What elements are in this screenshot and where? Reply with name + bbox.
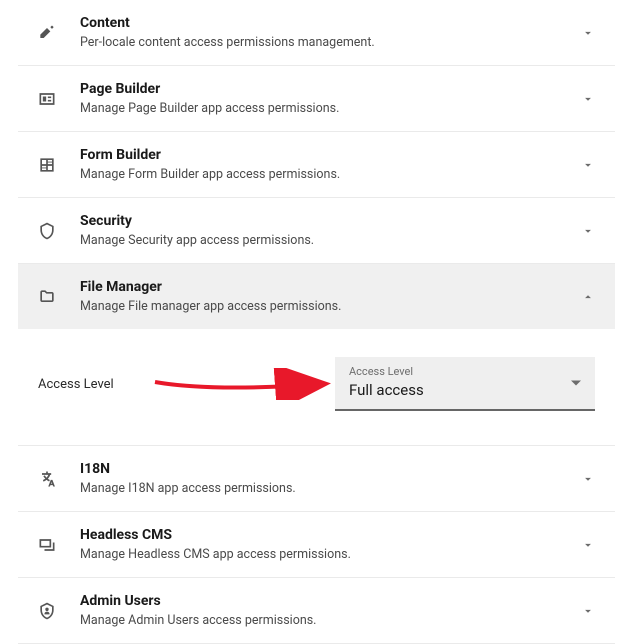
- row-text: Page Builder Manage Page Builder app acc…: [80, 80, 579, 117]
- row-text: Security Manage Security app access perm…: [80, 212, 579, 249]
- row-text: Content Per-locale content access permis…: [80, 14, 579, 51]
- file-manager-icon: [36, 286, 58, 308]
- permission-row-file-manager[interactable]: File Manager Manage File manager app acc…: [18, 264, 615, 329]
- row-text: I18N Manage I18N app access permissions.: [80, 460, 579, 497]
- admin-users-icon: [36, 600, 58, 622]
- i18n-icon: [36, 468, 58, 490]
- chevron-up-icon: [579, 288, 597, 306]
- headless-cms-icon: [36, 534, 58, 556]
- row-desc: Per-locale content access permissions ma…: [80, 34, 579, 52]
- row-title: Security: [80, 212, 579, 232]
- permissions-panel: Content Per-locale content access permis…: [18, 0, 615, 644]
- row-desc: Manage I18N app access permissions.: [80, 480, 579, 498]
- row-text: Headless CMS Manage Headless CMS app acc…: [80, 526, 579, 563]
- row-title: Content: [80, 14, 579, 34]
- row-title: Headless CMS: [80, 526, 579, 546]
- security-icon: [36, 220, 58, 242]
- access-level-label: Access Level: [38, 377, 153, 392]
- row-title: File Manager: [80, 278, 579, 298]
- row-desc: Manage Admin Users access permissions.: [80, 612, 579, 630]
- annotation-arrow-space: [153, 372, 335, 396]
- row-desc: Manage Page Builder app access permissio…: [80, 100, 579, 118]
- row-text: Admin Users Manage Admin Users access pe…: [80, 592, 579, 629]
- select-caret-icon: [571, 381, 581, 386]
- permission-row-admin-users[interactable]: Admin Users Manage Admin Users access pe…: [18, 578, 615, 644]
- chevron-down-icon: [579, 536, 597, 554]
- row-desc: Manage Form Builder app access permissio…: [80, 166, 579, 184]
- form-builder-icon: [36, 154, 58, 176]
- chevron-down-icon: [579, 222, 597, 240]
- select-value: Full access: [349, 379, 581, 402]
- row-text: File Manager Manage File manager app acc…: [80, 278, 579, 315]
- permission-row-page-builder[interactable]: Page Builder Manage Page Builder app acc…: [18, 66, 615, 132]
- page-builder-icon: [36, 88, 58, 110]
- content-icon: [36, 22, 58, 44]
- row-desc: Manage Security app access permissions.: [80, 232, 579, 250]
- chevron-down-icon: [579, 24, 597, 42]
- select-floating-label: Access Level: [349, 365, 581, 378]
- chevron-down-icon: [579, 602, 597, 620]
- row-text: Form Builder Manage Form Builder app acc…: [80, 146, 579, 183]
- row-desc: Manage File manager app access permissio…: [80, 298, 579, 316]
- file-manager-expansion: Access Level Access Level Full access: [18, 329, 615, 446]
- permission-row-security[interactable]: Security Manage Security app access perm…: [18, 198, 615, 264]
- row-title: Admin Users: [80, 592, 579, 612]
- permission-row-content[interactable]: Content Per-locale content access permis…: [18, 0, 615, 66]
- row-title: I18N: [80, 460, 579, 480]
- row-desc: Manage Headless CMS app access permissio…: [80, 546, 579, 564]
- chevron-down-icon: [579, 156, 597, 174]
- permission-row-form-builder[interactable]: Form Builder Manage Form Builder app acc…: [18, 132, 615, 198]
- row-title: Page Builder: [80, 80, 579, 100]
- chevron-down-icon: [579, 470, 597, 488]
- chevron-down-icon: [579, 90, 597, 108]
- annotation-arrow-icon: [153, 368, 343, 400]
- access-level-select[interactable]: Access Level Full access: [335, 357, 595, 411]
- permission-row-i18n[interactable]: I18N Manage I18N app access permissions.: [18, 446, 615, 512]
- row-title: Form Builder: [80, 146, 579, 166]
- permission-row-headless-cms[interactable]: Headless CMS Manage Headless CMS app acc…: [18, 512, 615, 578]
